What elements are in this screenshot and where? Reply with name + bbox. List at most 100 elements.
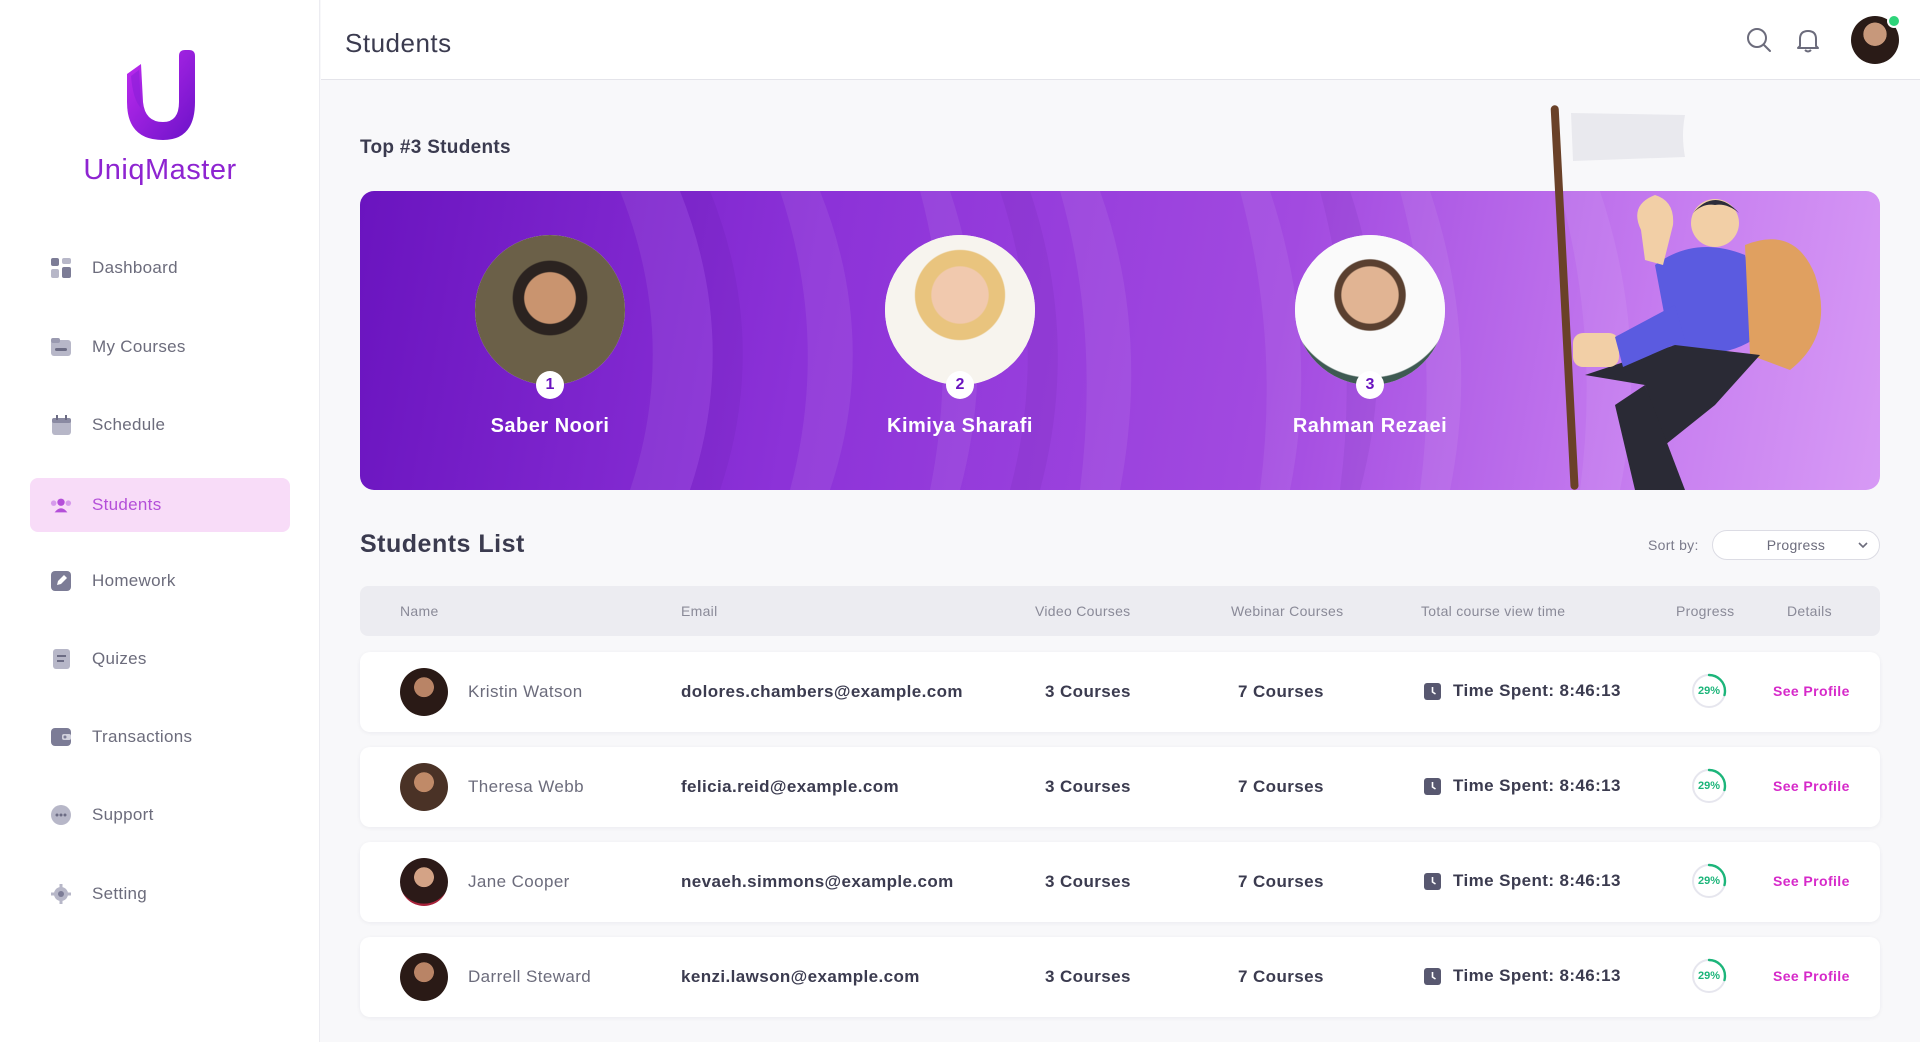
sidebar-item-my-courses[interactable]: My Courses bbox=[30, 320, 290, 374]
students-icon bbox=[50, 494, 72, 516]
sidebar-item-homework[interactable]: Homework bbox=[30, 554, 290, 608]
sidebar-item-label: Support bbox=[92, 805, 154, 824]
top-student-card[interactable]: 1 Saber Noori bbox=[450, 235, 650, 438]
table-row[interactable]: Darrell Steward kenzi.lawson@example.com… bbox=[360, 937, 1880, 1017]
avatar bbox=[400, 953, 448, 1001]
avatar bbox=[400, 858, 448, 906]
sidebar-item-label: Setting bbox=[92, 884, 148, 903]
clock-icon bbox=[1424, 967, 1441, 985]
see-profile-link[interactable]: See Profile bbox=[1773, 683, 1850, 699]
time-spent: Time Spent: 8:46:13 bbox=[1453, 871, 1621, 890]
table-row[interactable]: Theresa Webb felicia.reid@example.com 3 … bbox=[360, 747, 1880, 827]
sidebar-item-label: Homework bbox=[92, 571, 176, 590]
student-avatar: 3 bbox=[1295, 235, 1445, 399]
progress-ring: 29% bbox=[1690, 672, 1728, 710]
sidebar-item-schedule[interactable]: Schedule bbox=[30, 398, 290, 452]
rank-badge: 3 bbox=[1356, 371, 1384, 399]
rank-badge: 1 bbox=[536, 371, 564, 399]
progress-ring: 29% bbox=[1690, 957, 1728, 995]
flag-climber-illustration bbox=[1545, 105, 1875, 490]
sidebar-item-quizes[interactable]: Quizes bbox=[30, 632, 290, 686]
view-time: Time Spent: 8:46:13 bbox=[1424, 871, 1621, 891]
student-email: nevaeh.simmons@example.com bbox=[681, 872, 954, 891]
folder-icon bbox=[50, 336, 72, 358]
gear-icon bbox=[50, 883, 72, 905]
column-header: Video Courses bbox=[1035, 603, 1131, 619]
clock-icon bbox=[1424, 872, 1441, 890]
sidebar-item-dashboard[interactable]: Dashboard bbox=[30, 241, 290, 295]
video-courses: 3 Courses bbox=[1045, 682, 1131, 701]
table-row[interactable]: Kristin Watson dolores.chambers@example.… bbox=[360, 652, 1880, 732]
table-row[interactable]: Jane Cooper nevaeh.simmons@example.com 3… bbox=[360, 842, 1880, 922]
sidebar-item-label: Students bbox=[92, 495, 162, 514]
progress-ring: 29% bbox=[1690, 767, 1728, 805]
progress-value: 29% bbox=[1697, 970, 1721, 982]
clock-icon bbox=[1424, 682, 1441, 700]
see-profile-link[interactable]: See Profile bbox=[1773, 873, 1850, 889]
sidebar-item-label: Quizes bbox=[92, 649, 147, 668]
page-title: Students bbox=[345, 28, 452, 58]
brand-name: UniqMaster bbox=[83, 154, 237, 186]
brand-logo[interactable]: UniqMaster bbox=[0, 50, 320, 187]
document-icon bbox=[50, 648, 72, 670]
time-spent: Time Spent: 8:46:13 bbox=[1453, 776, 1621, 795]
student-name: Kristin Watson bbox=[468, 682, 583, 701]
wallet-icon bbox=[50, 726, 72, 748]
sidebar-item-transactions[interactable]: Transactions bbox=[30, 710, 290, 764]
progress-value: 29% bbox=[1697, 685, 1721, 697]
progress-ring: 29% bbox=[1690, 862, 1728, 900]
see-profile-link[interactable]: See Profile bbox=[1773, 968, 1850, 984]
time-spent: Time Spent: 8:46:13 bbox=[1453, 966, 1621, 985]
student-email: dolores.chambers@example.com bbox=[681, 682, 963, 701]
sidebar-item-label: Schedule bbox=[92, 415, 166, 434]
student-avatar: 1 bbox=[475, 235, 625, 399]
chat-icon bbox=[50, 804, 72, 826]
student-avatar: 2 bbox=[885, 235, 1035, 399]
student-name: Jane Cooper bbox=[468, 872, 570, 891]
student-name: Darrell Steward bbox=[468, 967, 592, 986]
logo-mark-icon bbox=[127, 50, 195, 140]
chevron-down-icon bbox=[1858, 542, 1868, 549]
students-list-title: Students List bbox=[360, 530, 525, 558]
bell-icon[interactable] bbox=[1794, 26, 1822, 54]
clock-icon bbox=[1424, 777, 1441, 795]
column-header: Email bbox=[681, 603, 718, 619]
top-student-card[interactable]: 2 Kimiya Sharafi bbox=[860, 235, 1060, 438]
webinar-courses: 7 Courses bbox=[1238, 777, 1324, 796]
column-header: Name bbox=[400, 603, 439, 619]
calendar-icon bbox=[50, 414, 72, 436]
column-header: Progress bbox=[1676, 603, 1735, 619]
online-status-icon bbox=[1887, 14, 1901, 28]
webinar-courses: 7 Courses bbox=[1238, 967, 1324, 986]
sort-dropdown[interactable]: Progress bbox=[1712, 530, 1880, 560]
webinar-courses: 7 Courses bbox=[1238, 872, 1324, 891]
sidebar-item-students[interactable]: Students bbox=[30, 478, 290, 532]
sort-value: Progress bbox=[1766, 537, 1826, 553]
rank-badge: 2 bbox=[946, 371, 974, 399]
student-email: felicia.reid@example.com bbox=[681, 777, 899, 796]
column-header: Details bbox=[1787, 603, 1832, 619]
sidebar-item-label: My Courses bbox=[92, 337, 186, 356]
sidebar-item-setting[interactable]: Setting bbox=[30, 867, 290, 921]
avatar bbox=[400, 668, 448, 716]
search-icon[interactable] bbox=[1745, 26, 1773, 54]
student-email: kenzi.lawson@example.com bbox=[681, 967, 920, 986]
webinar-courses: 7 Courses bbox=[1238, 682, 1324, 701]
sidebar-item-label: Dashboard bbox=[92, 258, 178, 277]
table-header: Name Email Video Courses Webinar Courses… bbox=[360, 586, 1880, 636]
see-profile-link[interactable]: See Profile bbox=[1773, 778, 1850, 794]
edit-icon bbox=[50, 570, 72, 592]
time-spent: Time Spent: 8:46:13 bbox=[1453, 681, 1621, 700]
sidebar-item-support[interactable]: Support bbox=[30, 788, 290, 842]
column-header: Webinar Courses bbox=[1231, 603, 1344, 619]
top-student-card[interactable]: 3 Rahman Rezaei bbox=[1270, 235, 1470, 438]
student-name: Kimiya Sharafi bbox=[887, 415, 1033, 437]
user-avatar[interactable] bbox=[1851, 14, 1901, 64]
student-name: Rahman Rezaei bbox=[1292, 415, 1448, 437]
progress-value: 29% bbox=[1697, 875, 1721, 887]
view-time: Time Spent: 8:46:13 bbox=[1424, 776, 1621, 796]
avatar bbox=[400, 763, 448, 811]
student-name: Saber Noori bbox=[490, 415, 610, 437]
dashboard-icon bbox=[50, 257, 72, 279]
sidebar-item-label: Transactions bbox=[92, 727, 193, 746]
